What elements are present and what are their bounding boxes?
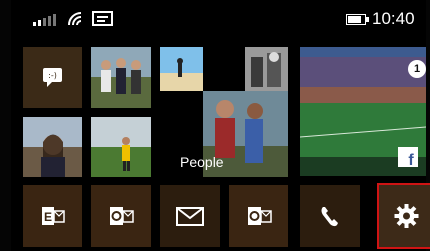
facebook-icon: f [398, 147, 418, 167]
outlook-icon [110, 207, 134, 225]
signal-icon [33, 14, 56, 26]
people-label: People [180, 154, 224, 170]
people-photo-field [91, 117, 151, 177]
status-bar: 10:40 [11, 0, 426, 36]
clock: 10:40 [372, 9, 415, 28]
message-icon [92, 11, 113, 26]
start-screen: 10:40 :-) People f 1 E [11, 0, 430, 251]
people-photo-group [91, 47, 151, 108]
mail-icon [176, 207, 204, 226]
outlook-icon [248, 207, 272, 225]
svg-text::-): :-) [48, 71, 57, 80]
phone-icon [321, 207, 338, 227]
facebook-notification-badge: 1 [408, 60, 426, 78]
phone-tile[interactable] [300, 185, 360, 247]
battery-icon [346, 14, 369, 25]
mail-tile[interactable] [160, 185, 220, 247]
svg-text:f: f [408, 152, 414, 167]
outlook-tile[interactable] [91, 185, 151, 247]
settings-highlight-frame [377, 183, 430, 249]
svg-text:E: E [44, 210, 52, 224]
exchange-tile[interactable]: E [23, 185, 82, 247]
people-photo-bw [245, 47, 288, 91]
outlook-tile-2[interactable] [229, 185, 288, 247]
wifi-icon [68, 12, 82, 26]
people-photo-beach [160, 47, 203, 91]
people-photo-selfie [23, 117, 82, 177]
exchange-icon: E [42, 207, 65, 225]
messaging-icon: :-) [43, 68, 62, 87]
facebook-tile[interactable]: f [300, 47, 426, 176]
messaging-tile[interactable]: :-) [23, 47, 82, 108]
